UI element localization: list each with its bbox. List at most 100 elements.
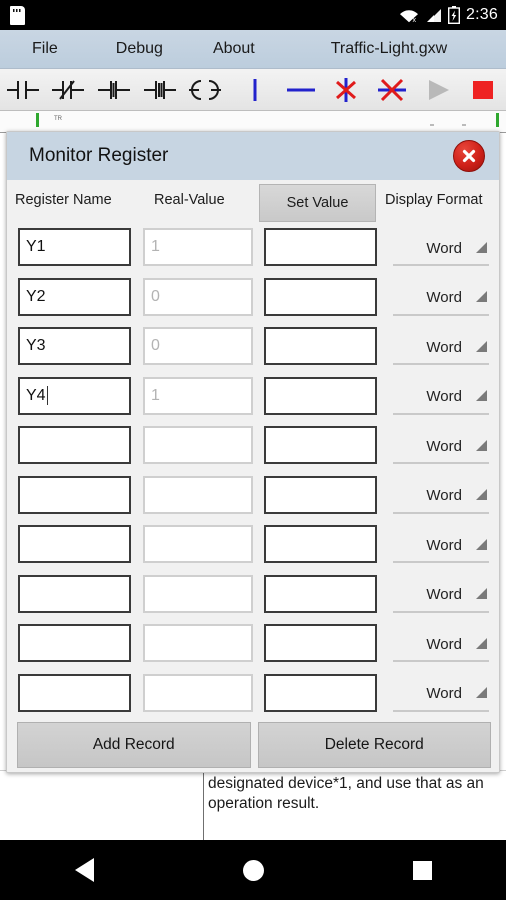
- real-value-field: 1: [143, 376, 253, 415]
- dialog-action-bar: Add Record Delete Record: [7, 716, 499, 772]
- dropdown-arrow-icon: [476, 390, 487, 401]
- horizontal-line-icon[interactable]: [278, 69, 324, 111]
- battery-charging-icon: [448, 6, 461, 25]
- menu-item-about[interactable]: About: [203, 40, 265, 58]
- column-header-register-name: Register Name: [15, 192, 112, 208]
- monitor-register-dialog: Monitor Register Register Name Real-Valu…: [6, 131, 500, 773]
- svg-text:x: x: [413, 17, 417, 23]
- menu-item-debug[interactable]: Debug: [106, 40, 173, 58]
- display-format-value: Word: [426, 338, 462, 356]
- table-row: Word: [7, 470, 499, 520]
- ladder-mark: [430, 124, 434, 126]
- table-row: Word: [7, 420, 499, 470]
- register-name-input[interactable]: Y3: [18, 327, 131, 365]
- register-name-input[interactable]: Y4: [18, 376, 131, 415]
- dropdown-arrow-icon: [476, 241, 487, 253]
- real-value-field: [143, 525, 253, 563]
- dropdown-arrow-icon: [476, 340, 487, 352]
- register-name-input[interactable]: [18, 574, 131, 613]
- table-row: Word: [7, 569, 499, 619]
- add-record-button[interactable]: Add Record: [17, 722, 251, 768]
- set-value-input[interactable]: [264, 475, 377, 514]
- dropdown-arrow-icon: [476, 291, 487, 302]
- set-value-input[interactable]: [264, 525, 377, 563]
- register-name-value: Y2: [26, 287, 46, 305]
- register-name-input[interactable]: [18, 525, 131, 563]
- sd-card-icon: [10, 5, 25, 25]
- table-row: Y3 0 Word: [7, 321, 499, 371]
- signal-icon: [425, 8, 442, 23]
- display-format-dropdown[interactable]: Word: [393, 529, 489, 563]
- dropdown-arrow-icon: [476, 588, 487, 599]
- display-format-dropdown[interactable]: Word: [393, 678, 489, 712]
- delete-record-button[interactable]: Delete Record: [257, 722, 491, 768]
- ladder-mark: [462, 124, 466, 126]
- back-icon[interactable]: [74, 858, 94, 882]
- display-format-dropdown[interactable]: Word: [393, 480, 489, 514]
- display-format-dropdown[interactable]: Word: [393, 331, 489, 365]
- table-row: Y4 1 Word: [7, 371, 499, 421]
- android-nav-bar: [0, 840, 506, 900]
- stop-icon[interactable]: [460, 69, 506, 111]
- real-value-field: 1: [143, 228, 253, 266]
- set-value-input[interactable]: [264, 426, 377, 464]
- ladder-right-rail: [496, 113, 499, 127]
- set-value-button[interactable]: Set Value: [259, 184, 376, 222]
- set-value-input[interactable]: [264, 673, 377, 712]
- vertical-line-icon[interactable]: [232, 69, 278, 111]
- ladder-diagram-strip: TR: [0, 111, 506, 133]
- table-row: Y2 0 Word: [7, 272, 499, 322]
- ladder-toolbar: [0, 69, 506, 111]
- register-name-input[interactable]: [18, 673, 131, 712]
- display-format-dropdown[interactable]: Word: [393, 381, 489, 415]
- run-icon[interactable]: [415, 69, 461, 111]
- display-format-dropdown[interactable]: Word: [393, 430, 489, 464]
- set-value-input[interactable]: [264, 624, 377, 662]
- contact-nc-icon[interactable]: [46, 69, 92, 111]
- real-value-field: [143, 673, 253, 712]
- doc-paragraph: designated device*1, and use that as an …: [208, 775, 484, 812]
- real-value-field: 0: [143, 277, 253, 316]
- coil-icon[interactable]: [183, 69, 229, 111]
- display-format-dropdown[interactable]: Word: [393, 232, 489, 266]
- delete-link-icon[interactable]: [369, 69, 415, 111]
- register-table: Y1 1 Word Y2 0 Word Y3 0 Word Y4 1 Word Word Word Word…: [7, 222, 499, 717]
- close-icon[interactable]: [453, 140, 485, 172]
- display-format-dropdown[interactable]: Word: [393, 282, 489, 316]
- set-value-input[interactable]: [264, 574, 377, 613]
- menu-item-file[interactable]: File: [22, 40, 68, 58]
- wifi-off-icon: x: [399, 7, 419, 23]
- contact-rising-icon[interactable]: [91, 69, 137, 111]
- dialog-title: Monitor Register: [29, 145, 169, 166]
- set-value-input[interactable]: [264, 327, 377, 365]
- display-format-value: Word: [426, 685, 462, 702]
- register-name-input[interactable]: Y1: [18, 228, 131, 266]
- display-format-dropdown[interactable]: Word: [393, 628, 489, 662]
- real-value-field: [143, 624, 253, 662]
- register-name-input[interactable]: Y2: [18, 277, 131, 316]
- register-name-input[interactable]: [18, 475, 131, 514]
- display-format-dropdown[interactable]: Word: [393, 579, 489, 613]
- register-name-value: Y4: [26, 386, 46, 404]
- status-bar-clock: 2:36: [466, 6, 498, 23]
- contact-falling-icon[interactable]: [137, 69, 183, 111]
- document-title: Traffic-Light.gxw: [330, 40, 448, 57]
- text-caret: [46, 386, 48, 405]
- set-value-input[interactable]: [264, 277, 377, 316]
- set-value-input[interactable]: [264, 228, 377, 266]
- table-rows-viewport: Y1 1 Word Y2 0 Word Y3 0 Word Y4 1 Word Word Word Word…: [7, 222, 499, 719]
- status-bar-left: [10, 5, 25, 25]
- contact-no-icon[interactable]: [0, 69, 46, 111]
- display-format-value: Word: [426, 586, 462, 603]
- column-header-real-value: Real-Value: [154, 192, 225, 208]
- dropdown-arrow-icon: [476, 687, 487, 698]
- register-name-input[interactable]: [18, 426, 131, 464]
- recents-icon[interactable]: [412, 860, 432, 880]
- register-name-input[interactable]: [18, 624, 131, 662]
- status-bar-right: x 2:36: [399, 6, 498, 25]
- home-icon[interactable]: [242, 859, 264, 881]
- column-header-display-format: Display Format: [385, 192, 483, 208]
- set-value-input[interactable]: [264, 376, 377, 415]
- delete-vertical-icon[interactable]: [323, 69, 369, 111]
- display-format-value: Word: [426, 635, 462, 653]
